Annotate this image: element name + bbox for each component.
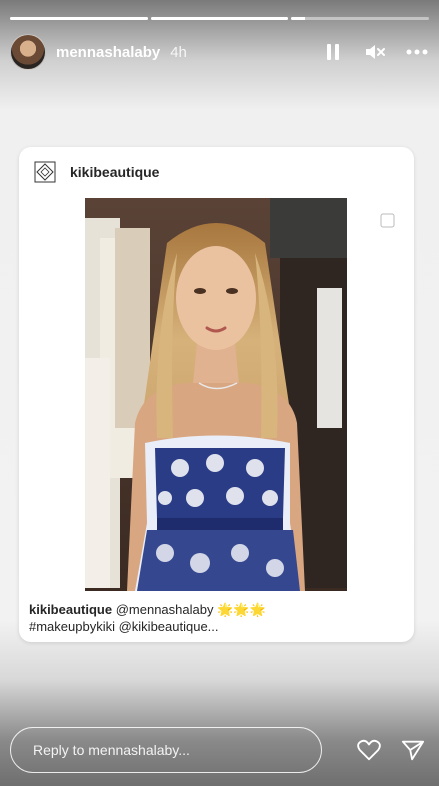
kikibeautique-logo-icon [34,161,56,183]
caption-line-2: #makeupbykiki @kikibeautique... [29,619,219,634]
pause-icon[interactable] [321,40,345,64]
post-header: kikibeautique [34,160,159,184]
progress-segment [291,17,430,20]
story-time: 4h [170,43,187,61]
avatar[interactable] [10,34,46,70]
progress-segment [150,17,289,20]
caption-stars: 🌟🌟🌟 [217,602,266,617]
caption-username[interactable]: kikibeautique [29,602,112,617]
story-footer: Reply to mennashalaby... [10,726,429,774]
heart-icon[interactable] [357,738,381,762]
post-author[interactable]: kikibeautique [70,164,159,180]
post-photo [85,198,347,591]
post-caption: kikibeautique @mennashalaby 🌟🌟🌟 #makeupb… [29,601,404,635]
more-icon[interactable] [405,40,429,64]
story-username[interactable]: mennashalaby [56,44,160,61]
story-progress [10,17,430,20]
story-header: mennashalaby 4h [10,33,429,71]
shared-post-card[interactable]: kikibeautique kikibeautique @mennashalab… [19,147,414,642]
progress-segment [10,17,148,20]
caption-mention[interactable]: @mennashalaby [116,602,214,617]
send-icon[interactable] [401,738,425,762]
reply-input[interactable]: Reply to mennashalaby... [10,727,322,773]
multiple-photos-icon [380,210,398,228]
mute-icon[interactable] [363,40,387,64]
